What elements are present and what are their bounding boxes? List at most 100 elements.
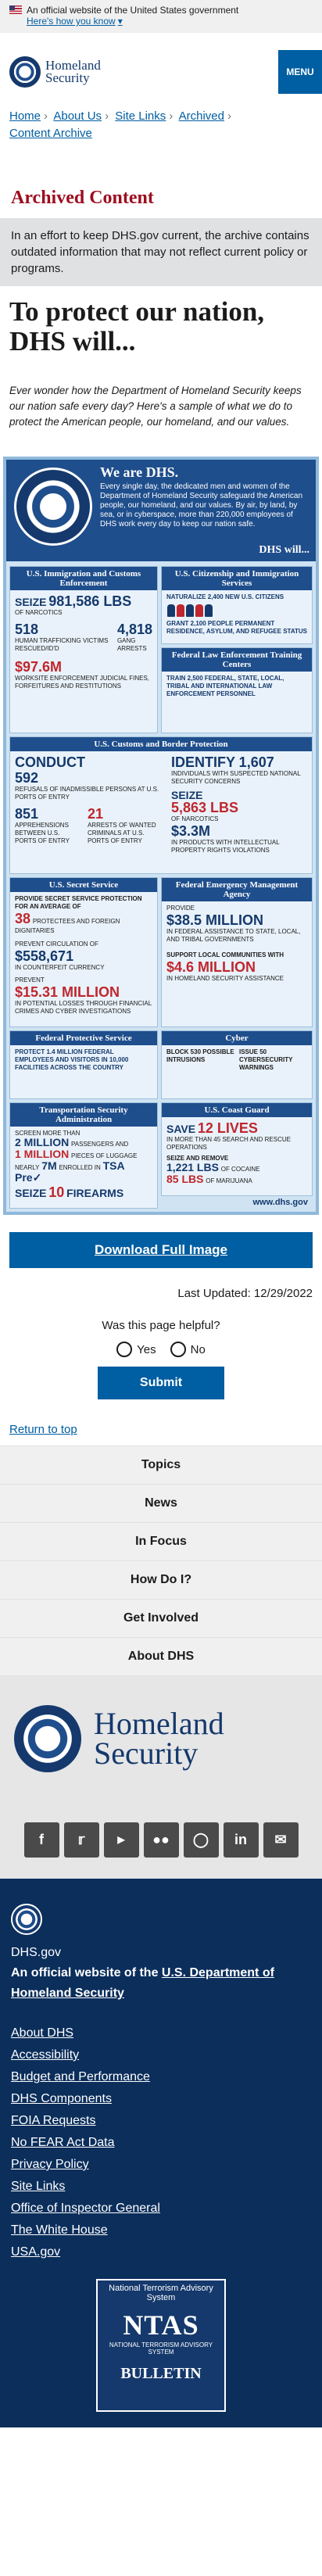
tsa-seize-label: SEIZE (15, 1187, 47, 1199)
person-icon (186, 604, 194, 617)
download-full-image-button[interactable]: Download Full Image (9, 1232, 313, 1268)
logo-wordmark: Homeland Security (45, 59, 101, 84)
uscg-save-label: SAVE (166, 1123, 196, 1135)
archived-notice: In an effort to keep DHS.gov current, th… (0, 218, 322, 286)
usss-losses-value: $15.31 MILLION (15, 984, 120, 1000)
footer-link-accessibility[interactable]: Accessibility (11, 2044, 311, 2066)
cbp-identify-value: IDENTIFY 1,607 (171, 754, 274, 770)
footer-link-site-links[interactable]: Site Links (11, 2176, 311, 2198)
footer-wordmark[interactable]: Homeland Security (94, 1705, 224, 1771)
footer-link-no-fear[interactable]: No FEAR Act Data (11, 2132, 311, 2154)
dhs-seal-icon (14, 468, 92, 546)
footer-link-about-dhs[interactable]: About DHS (11, 2022, 311, 2044)
cbp-ipr-value: $3.3M (171, 823, 211, 839)
footer-link-privacy[interactable]: Privacy Policy (11, 2154, 311, 2176)
tsa-luggage-label: PIECES OF LUGGAGE (71, 1152, 138, 1159)
radio-yes[interactable] (116, 1342, 133, 1357)
footer-link-foia[interactable]: FOIA Requests (11, 2110, 311, 2132)
fema-section: Federal Emergency Management Agency PROV… (161, 877, 313, 1027)
footer-link-white-house[interactable]: The White House (11, 2220, 311, 2241)
breadcrumb-site-links[interactable]: Site Links (115, 109, 166, 123)
usss-prevent: PREVENT CIRCULATION OF (15, 940, 98, 948)
helpful-yes-option[interactable]: Yes (116, 1342, 156, 1357)
dhs-logo-link[interactable]: Homeland Security (9, 56, 101, 88)
social-links: f 𝕣 ▶ ●● ◯ in ✉ (0, 1800, 322, 1879)
fletc-text: TRAIN 2,500 FEDERAL, STATE, LOCAL, TRIBA… (166, 675, 284, 697)
fletc-heading: Federal Law Enforcement Training Centers (162, 648, 312, 672)
cbp-narcotics-value: 5,863 LBS (171, 800, 239, 815)
ntas-line1: National Terrorism Advisory System (109, 2284, 213, 2302)
dhs-seal-icon (14, 1704, 81, 1772)
ice-trafficking-value: 518 (15, 622, 39, 637)
footer-link-usa-gov[interactable]: USA.gov (11, 2241, 311, 2263)
footer-logo-line1: Homeland (94, 1705, 224, 1741)
tsa-passengers-value: 2 MILLION (15, 1136, 70, 1148)
infographic-dhs-will: DHS will... (259, 544, 309, 556)
submit-button[interactable]: Submit (98, 1367, 224, 1399)
tsa-firearms-value: 10 (48, 1184, 65, 1200)
heres-how-you-know-label: Here's how you know (27, 16, 116, 27)
return-to-top-link[interactable]: Return to top (9, 1423, 313, 1436)
footer-link-components[interactable]: DHS Components (11, 2088, 311, 2110)
ice-gang-label: GANG ARRESTS (116, 637, 147, 652)
last-updated: Last Updated: 12/29/2022 (177, 1287, 313, 1300)
fema-homeland-label: IN HOMELAND SECURITY ASSISTANCE (166, 975, 284, 982)
youtube-icon[interactable]: ▶ (103, 1822, 139, 1858)
uscis-section: U.S. Citizenship and Immigration Service… (161, 566, 313, 644)
cbp-ipr-label: IN PRODUCTS WITH INTELLECTUAL PROPERTY R… (171, 839, 280, 854)
flickr-icon[interactable]: ●● (143, 1822, 179, 1858)
usss-protectees-label: PROTECTEES AND FOREIGN DIGNITARIES (15, 918, 120, 934)
twitter-icon[interactable]: 𝕣 (63, 1822, 99, 1858)
email-icon[interactable]: ✉ (263, 1822, 299, 1858)
person-icon (195, 604, 203, 617)
linkedin-icon[interactable]: in (223, 1822, 259, 1858)
footer-official-prefix: An official website of the (11, 1966, 162, 1979)
breadcrumb-archived[interactable]: Archived (179, 109, 224, 123)
dhs-seal-icon (11, 1904, 42, 1935)
uscg-lives-value: 12 LIVES (197, 1120, 258, 1136)
cbp-refusals-label: REFUSALS OF INADMISSIBLE PERSONS AT U.S.… (15, 786, 159, 801)
footer-nav-in-focus[interactable]: In Focus (0, 1522, 322, 1560)
dhs-infographic: We are DHS. Every single day, the dedica… (3, 457, 319, 1215)
ice-narcotics-value: 981,586 LBS (48, 593, 132, 609)
intro-text: Ever wonder how the Department of Homela… (9, 385, 302, 428)
radio-no[interactable] (170, 1342, 186, 1357)
heres-how-you-know-link[interactable]: Here's how you know ▾ (27, 16, 123, 27)
chevron-down-icon: ▾ (117, 16, 123, 27)
breadcrumb-separator: › (105, 109, 109, 123)
ice-section: U.S. Immigration and Customs Enforcement… (9, 566, 158, 733)
menu-button[interactable]: MENU (278, 50, 322, 94)
footer-nav-about-dhs[interactable]: About DHS (0, 1637, 322, 1675)
footer-nav-how-do-i[interactable]: How Do I? (0, 1560, 322, 1599)
footer-link-budget[interactable]: Budget and Performance (11, 2066, 311, 2088)
fema-support: SUPPORT LOCAL COMMUNITIES WITH (166, 951, 284, 958)
breadcrumb-separator: › (44, 109, 48, 123)
helpful-radio-group: Yes No (0, 1342, 322, 1357)
ntas-badge[interactable]: National Terrorism Advisory System NTAS … (96, 2279, 226, 2412)
person-icon (205, 604, 213, 617)
breadcrumb-home[interactable]: Home (9, 109, 41, 123)
uscg-lives-label: IN MORE THAN 45 SEARCH AND RESCUE OPERAT… (166, 1136, 291, 1151)
footer-logo-band: Homeland Security (0, 1675, 322, 1800)
facebook-icon[interactable]: f (23, 1822, 59, 1858)
infographic-title: We are DHS. (100, 464, 179, 480)
helpful-no-option[interactable]: No (170, 1342, 206, 1357)
footer-logo-line2: Security (94, 1735, 199, 1771)
fletc-section: Federal Law Enforcement Training Centers… (161, 647, 313, 733)
cyber-issue: ISSUE 50 CYBERSECURITY WARNINGS (239, 1048, 293, 1071)
footer-nav-topics[interactable]: Topics (0, 1446, 322, 1484)
infographic-header: We are DHS. Every single day, the dedica… (6, 460, 316, 561)
cbp-heading: U.S. Customs and Border Protection (10, 737, 312, 751)
footer-link-oig[interactable]: Office of Inspector General (11, 2198, 311, 2220)
uscg-section: U.S. Coast Guard SAVE 12 LIVES IN MORE T… (161, 1102, 313, 1196)
instagram-icon[interactable]: ◯ (183, 1822, 219, 1858)
footer-nav-get-involved[interactable]: Get Involved (0, 1599, 322, 1637)
breadcrumb-about-us[interactable]: About Us (53, 109, 102, 123)
footer-nav-news[interactable]: News (0, 1484, 322, 1522)
ice-worksite-label: WORKSITE ENFORCEMENT JUDICIAL FINES, FOR… (15, 675, 150, 690)
breadcrumb-content-archive[interactable]: Content Archive (9, 127, 92, 140)
ice-gang-value: 4,818 (116, 622, 152, 637)
helpful-question: Was this page helpful? (102, 1319, 220, 1332)
uscg-cocaine-label: OF COCAINE (220, 1166, 260, 1173)
cbp-apprehensions-value: 851 (15, 806, 39, 822)
